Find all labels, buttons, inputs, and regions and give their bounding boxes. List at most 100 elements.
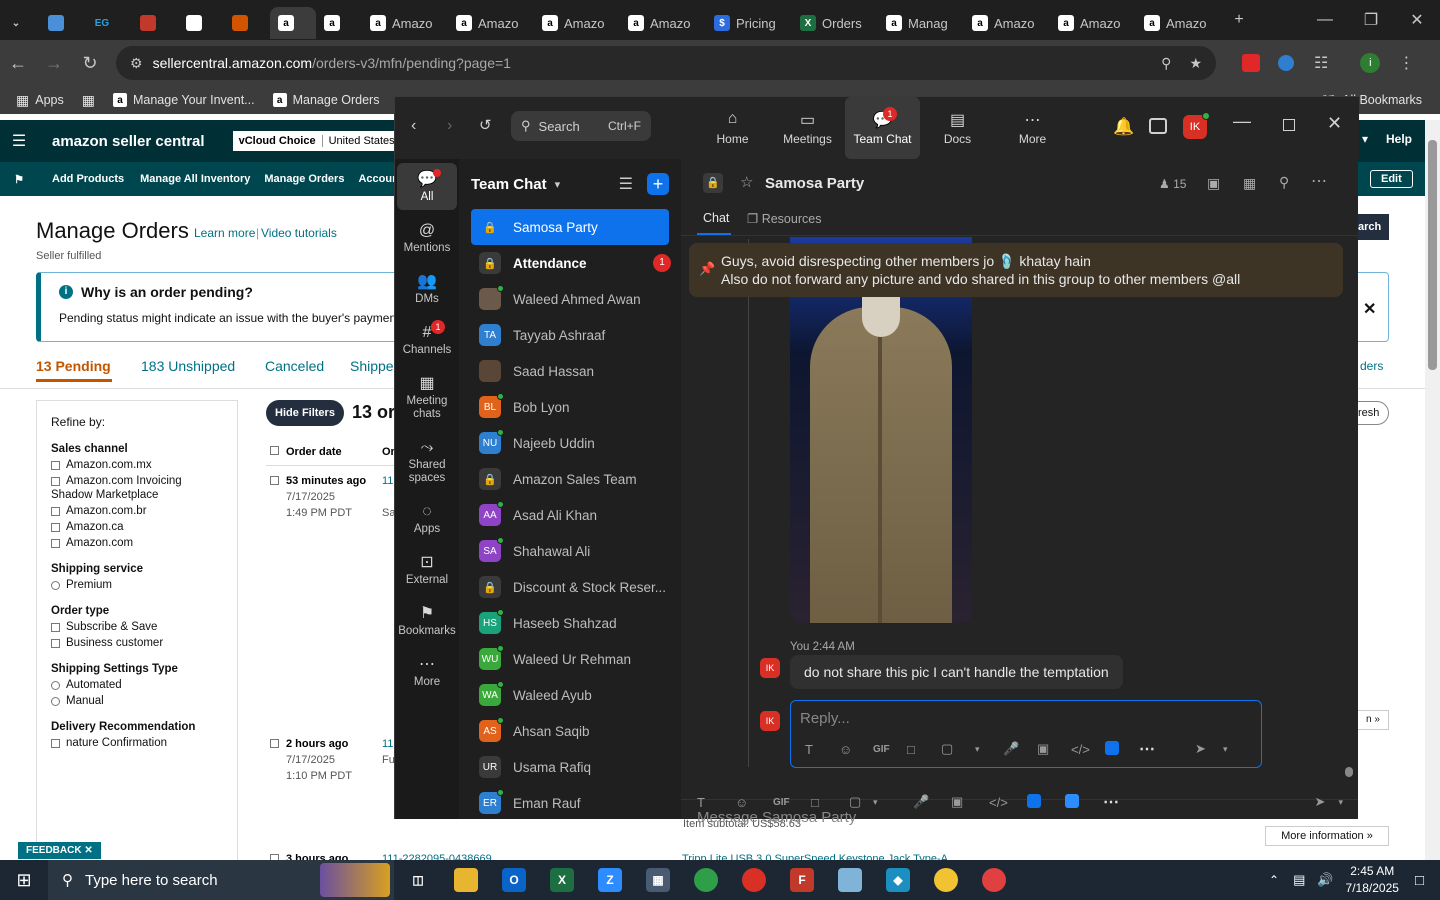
taskbar-search[interactable]: ⚲ Type here to search [48,860,394,900]
emoji-icon[interactable]: ☺ [735,795,773,810]
minimize-icon[interactable]: — [1302,11,1348,29]
tab-unshipped[interactable]: 183 Unshipped [141,358,235,374]
browser-tab[interactable]: EG [86,7,132,39]
browser-tab[interactable] [40,7,86,39]
reply-box[interactable]: Reply... T ☺ GIF □ ▢ ▾ 🎤 ▣ </> ⋯ ➤ ▾ [790,700,1262,768]
nav-add-products[interactable]: Add Products [52,173,124,185]
close-icon[interactable]: ✕ [1363,299,1376,319]
tab-resources[interactable]: ❐ Resources [747,211,821,226]
site-info-icon[interactable]: ⚙ [130,55,143,72]
video-tutorials-link[interactable]: Video tutorials [261,226,337,240]
chrome-icon[interactable] [730,860,778,900]
filter-radio[interactable]: Manual [51,695,223,707]
search-icon[interactable]: ⚲ [1279,174,1289,191]
tab-chat[interactable]: Chat [703,211,729,225]
text-format-icon[interactable]: T [697,795,735,810]
filter-checkbox[interactable]: Amazon.com [51,537,223,549]
tab-search-button[interactable]: ⌄ [0,7,40,39]
leftnav-shared-spaces[interactable]: ⤳ Shared spaces [397,431,457,491]
hide-filters-button[interactable]: Hide Filters [266,400,344,426]
chat-list-title[interactable]: Team Chat [471,176,547,193]
zoom-app-icon[interactable]: Z [586,860,634,900]
filter-checkbox[interactable]: nature Confirmation [51,737,223,749]
microphone-icon[interactable]: 🎤 [1003,741,1037,757]
refresh-button[interactable]: resh [1358,401,1389,425]
file-icon[interactable]: □ [811,795,849,810]
profile-avatar[interactable]: i [1360,53,1381,73]
filter-radio[interactable]: Automated [51,679,223,691]
chat-list-item[interactable]: 🔒 Amazon Sales Team [459,461,681,497]
help-link[interactable]: Help [1386,132,1412,146]
bookmark-icon[interactable]: ⚑ [0,173,38,186]
filter-checkbox[interactable]: Amazon.com Invoicing [51,475,223,487]
search-button[interactable]: arch [1358,214,1389,240]
filter-checkbox[interactable]: Amazon.com.br [51,505,223,517]
microphone-icon[interactable]: 🎤 [913,794,951,810]
windows-start-icon[interactable]: ⊞ [0,870,48,891]
extensions-puzzle-icon[interactable]: ☷ [1314,53,1328,73]
history-icon[interactable]: ↺ [479,116,492,134]
chat-list-item[interactable]: SA Shahawal Ali [459,533,681,569]
bookmark-tabgroup[interactable]: ▦ [82,92,95,109]
minimize-icon[interactable]: — [1233,111,1251,132]
chrome-icon[interactable] [922,860,970,900]
chat-list-item[interactable]: Saad Hassan [459,353,681,389]
chat-list-item[interactable]: UR Usama Rafiq [459,749,681,785]
chevron-down-icon[interactable]: ▾ [555,178,561,191]
reply-input[interactable]: Reply... [800,710,850,727]
chat-list-item[interactable]: AA Asad Ali Khan [459,497,681,533]
chat-list-item[interactable]: TA Tayyab Ashraaf [459,317,681,353]
chrome-icon[interactable] [682,860,730,900]
leftnav-bookmarks[interactable]: ⚑ Bookmarks [397,597,457,644]
topnav-docs[interactable]: ▤ Docs [920,97,995,159]
video-message-icon[interactable]: ▣ [951,794,989,810]
filter-checkbox[interactable]: Subscribe & Save [51,621,223,633]
maximize-icon[interactable] [1283,119,1295,131]
browser-tab[interactable]: a Amazo [534,7,620,39]
seller-logo[interactable]: amazon seller central [52,133,205,150]
chat-list-item[interactable]: BL Bob Lyon [459,389,681,425]
ship-menu-button[interactable]: n » [1358,710,1389,730]
extension-blue-icon[interactable] [1278,55,1294,71]
more-information-button[interactable]: More information » [1265,826,1389,846]
outlook-icon[interactable]: O [490,860,538,900]
calculator-icon[interactable]: ▦ [634,860,682,900]
leftnav-external[interactable]: ⊡ External [397,546,457,593]
leftnav-channels[interactable]: # Channels 1 [397,316,457,363]
tab-shipped[interactable]: Shippe [350,358,394,374]
app-icon[interactable] [1065,793,1103,811]
chat-list-item[interactable]: HS Haseeb Shahzad [459,605,681,641]
chat-list-item[interactable]: ER Eman Rauf [459,785,681,819]
nav-manage-inventory[interactable]: Manage All Inventory [140,173,250,185]
browser-tab[interactable]: a [270,7,316,39]
screenshot-icon[interactable]: ▢ [849,794,873,810]
browser-tab[interactable]: a Amazo [362,7,448,39]
file-explorer-icon[interactable] [442,860,490,900]
browser-tab[interactable]: a Amazo [1136,7,1222,39]
chevron-down-icon[interactable]: ▾ [975,744,1003,755]
video-camera-icon[interactable]: ▣ [1207,175,1220,192]
notification-center-icon[interactable]: □ [1415,872,1424,889]
pinned-message[interactable]: 📌 Guys, avoid disrespecting other member… [689,243,1343,297]
chat-list-item[interactable]: 🔒 Samosa Party [471,209,669,245]
leftnav-dms[interactable]: 👥 DMs [397,265,457,312]
code-icon[interactable]: </> [989,795,1027,810]
excel-icon[interactable]: X [538,860,586,900]
gif-icon[interactable]: GIF [873,744,907,755]
more-dots-icon[interactable]: ⋯ [1139,739,1195,759]
app-icon[interactable] [1105,740,1139,758]
leftnav-apps[interactable]: ◌ Apps [397,495,457,542]
chat-list-item[interactable]: Waleed Ahmed Awan [459,281,681,317]
text-format-icon[interactable]: T [805,742,839,757]
zoom-search-input[interactable]: ⚲ Search Ctrl+F [511,111,651,141]
chevron-down-icon[interactable]: ▾ [1223,744,1228,755]
screenshot-icon[interactable]: ▢ [941,741,975,757]
file-icon[interactable]: □ [907,742,941,757]
page-scrollbar[interactable] [1425,120,1440,860]
calendar-icon[interactable]: ▦ [1243,175,1256,192]
gif-icon[interactable]: GIF [773,797,811,808]
forward-icon[interactable]: › [447,117,452,135]
tab-more[interactable]: ders [1360,359,1383,373]
chrome-menu-icon[interactable]: ⋮ [1398,53,1414,73]
maximize-icon[interactable]: ❐ [1348,10,1394,30]
